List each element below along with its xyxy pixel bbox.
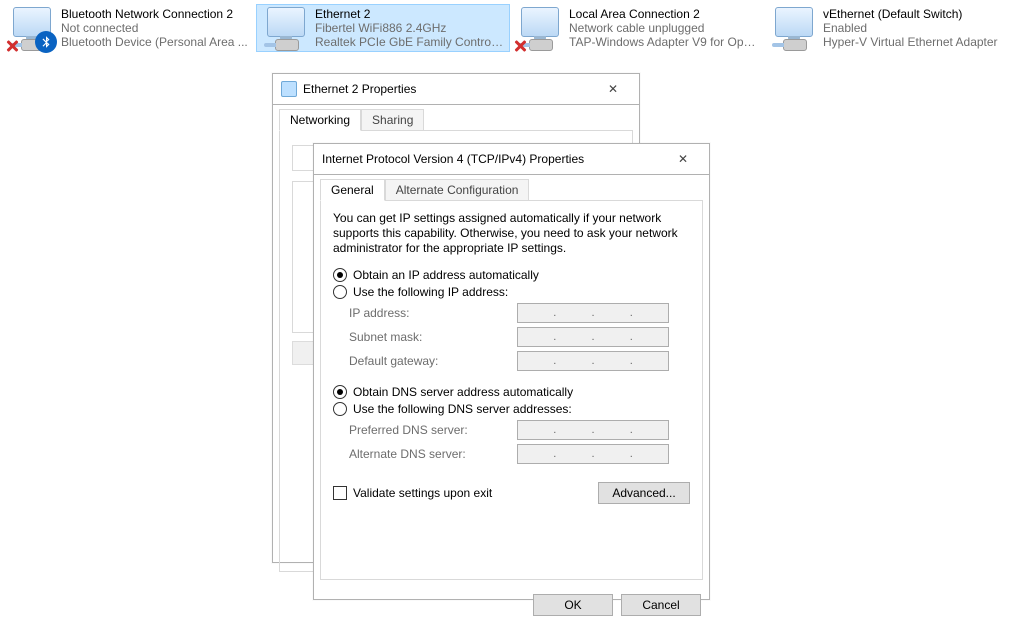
error-x-icon — [5, 39, 19, 53]
properties-tabs: Networking Sharing — [273, 105, 639, 130]
ipv4-properties-dialog: Internet Protocol Version 4 (TCP/IPv4) P… — [313, 143, 710, 600]
radio-use-following-ip[interactable]: Use the following IP address: — [333, 285, 690, 299]
ok-button[interactable]: OK — [533, 594, 613, 616]
label-preferred-dns: Preferred DNS server: — [349, 423, 509, 437]
dialog-title: Ethernet 2 Properties — [303, 82, 416, 96]
connection-device: Realtek PCIe GbE Family Controll... — [315, 35, 505, 49]
ipv4-tab-pane: You can get IP settings assigned automat… — [320, 200, 703, 580]
cancel-button[interactable]: Cancel — [621, 594, 701, 616]
connection-name: vEthernet (Default Switch) — [823, 7, 998, 21]
connection-local-area[interactable]: Local Area Connection 2 Network cable un… — [510, 4, 764, 52]
label-ip-address: IP address: — [349, 306, 509, 320]
radio-use-following-dns[interactable]: Use the following DNS server addresses: — [333, 402, 690, 416]
close-button[interactable]: ✕ — [665, 148, 701, 170]
connection-device: Bluetooth Device (Personal Area ... — [61, 35, 248, 49]
radio-obtain-dns-auto[interactable]: Obtain DNS server address automatically — [333, 385, 690, 399]
radio-obtain-ip-auto[interactable]: Obtain an IP address automatically — [333, 268, 690, 282]
tab-general[interactable]: General — [320, 179, 385, 201]
connection-vethernet[interactable]: vEthernet (Default Switch) Enabled Hyper… — [764, 4, 1018, 52]
connection-name: Bluetooth Network Connection 2 — [61, 7, 248, 21]
connection-name: Local Area Connection 2 — [569, 7, 759, 21]
dialog-title: Internet Protocol Version 4 (TCP/IPv4) P… — [322, 152, 584, 166]
connection-ethernet-2[interactable]: Ethernet 2 Fibertel WiFi886 2.4GHz Realt… — [256, 4, 510, 52]
tab-alternate-configuration[interactable]: Alternate Configuration — [385, 179, 530, 200]
tab-networking[interactable]: Networking — [279, 109, 361, 131]
connection-status: Fibertel WiFi886 2.4GHz — [315, 21, 505, 35]
radio-icon — [333, 402, 347, 416]
connection-icon — [261, 7, 309, 51]
connection-status: Enabled — [823, 21, 998, 35]
dialog-buttons: OK Cancel — [314, 586, 709, 624]
connection-status: Not connected — [61, 21, 248, 35]
connection-icon — [769, 7, 817, 51]
ipv4-tabs: General Alternate Configuration — [314, 175, 709, 200]
label-alternate-dns: Alternate DNS server: — [349, 447, 509, 461]
checkbox-icon — [333, 486, 347, 500]
tab-sharing[interactable]: Sharing — [361, 109, 424, 130]
radio-icon — [333, 285, 347, 299]
radio-label: Use the following IP address: — [353, 285, 508, 299]
label-subnet-mask: Subnet mask: — [349, 330, 509, 344]
input-default-gateway[interactable]: ... — [517, 351, 669, 371]
ipv4-intro-text: You can get IP settings assigned automat… — [333, 211, 690, 256]
network-connections-list: Bluetooth Network Connection 2 Not conne… — [0, 0, 1027, 56]
dialog-titlebar[interactable]: Ethernet 2 Properties ✕ — [273, 74, 639, 105]
radio-icon — [333, 268, 347, 282]
input-alternate-dns[interactable]: ... — [517, 444, 669, 464]
error-x-icon — [513, 39, 527, 53]
radio-label: Obtain DNS server address automatically — [353, 385, 573, 399]
connection-status: Network cable unplugged — [569, 21, 759, 35]
radio-label: Use the following DNS server addresses: — [353, 402, 572, 416]
radio-icon — [333, 385, 347, 399]
checkbox-validate-settings[interactable]: Validate settings upon exit — [333, 486, 492, 500]
connection-name: Ethernet 2 — [315, 7, 505, 21]
input-ip-address[interactable]: ... — [517, 303, 669, 323]
input-subnet-mask[interactable]: ... — [517, 327, 669, 347]
radio-label: Obtain an IP address automatically — [353, 268, 539, 282]
adapter-icon — [281, 81, 297, 97]
connection-icon — [515, 7, 563, 51]
close-button[interactable]: ✕ — [595, 78, 631, 100]
checkbox-label: Validate settings upon exit — [353, 486, 492, 500]
connection-icon — [7, 7, 55, 51]
connection-device: Hyper-V Virtual Ethernet Adapter — [823, 35, 998, 49]
bluetooth-icon — [35, 31, 57, 53]
connection-device: TAP-Windows Adapter V9 for Ope... — [569, 35, 759, 49]
label-default-gateway: Default gateway: — [349, 354, 509, 368]
input-preferred-dns[interactable]: ... — [517, 420, 669, 440]
connection-bluetooth[interactable]: Bluetooth Network Connection 2 Not conne… — [2, 4, 256, 52]
advanced-button[interactable]: Advanced... — [598, 482, 690, 504]
dialog-titlebar[interactable]: Internet Protocol Version 4 (TCP/IPv4) P… — [314, 144, 709, 175]
